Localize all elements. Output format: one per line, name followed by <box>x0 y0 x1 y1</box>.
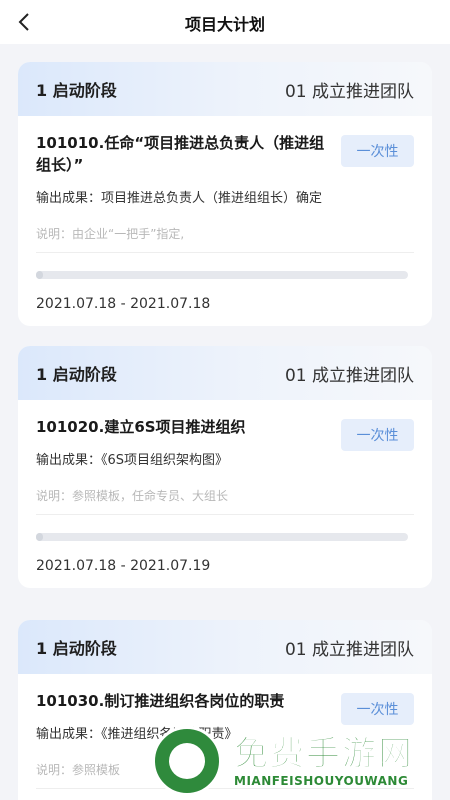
date-range: 2021.07.18 - 2021.07.18 <box>36 296 211 312</box>
phase-label: 1 启动阶段 <box>36 639 117 658</box>
watermark-subtext: MIANFEISHOUYOUWANG <box>234 774 409 788</box>
task-title: 101020.建立6S项目推进组织 <box>36 418 246 436</box>
step-label: 01 成立推进团队 <box>284 365 414 386</box>
card-header: 1 启动阶段 01 成立推进团队 <box>18 346 432 400</box>
watermark-logo-icon <box>152 726 222 796</box>
date-range: 2021.07.18 - 2021.07.19 <box>36 558 211 574</box>
frequency-tag: 一次性 <box>341 419 414 451</box>
phase-label: 1 启动阶段 <box>36 81 117 100</box>
frequency-tag: 一次性 <box>341 135 414 167</box>
frequency-tag: 一次性 <box>341 693 414 725</box>
page-title: 项目大计划 <box>184 15 265 34</box>
note-text: 说明：由企业“一把手”指定, <box>36 226 414 253</box>
watermark: 免费手游网 MIANFEISHOUYOUWANG <box>150 722 450 800</box>
progress-bar <box>36 533 408 541</box>
note-text: 说明：参照模板，任命专员、大组长 <box>36 488 414 515</box>
output-text: 输出成果：项目推进总负责人（推进组组长）确定 <box>36 191 323 206</box>
output-text: 输出成果：《6S项目组织架构图》 <box>36 453 229 468</box>
watermark-text: 免费手游网 <box>234 734 414 775</box>
card-header: 1 启动阶段 01 成立推进团队 <box>18 62 432 116</box>
step-label: 01 成立推进团队 <box>284 639 414 660</box>
task-title: 101030.制订推进组织各岗位的职责 <box>36 692 285 710</box>
task-card[interactable]: 1 启动阶段 01 成立推进团队 101010.任命“项目推进总负责人（推进组组… <box>18 62 432 326</box>
progress-fill <box>36 271 44 279</box>
task-title: 101010.任命“项目推进总负责人（推进组组长）” <box>36 134 325 174</box>
card-header: 1 启动阶段 01 成立推进团队 <box>18 620 432 674</box>
step-label: 01 成立推进团队 <box>284 81 414 102</box>
task-card[interactable]: 1 启动阶段 01 成立推进团队 101020.建立6S项目推进组织 一次性 输… <box>18 346 432 588</box>
phase-label: 1 启动阶段 <box>36 365 117 384</box>
progress-bar <box>36 271 408 279</box>
progress-fill <box>36 533 44 541</box>
top-nav-bar: 项目大计划 <box>0 0 450 44</box>
